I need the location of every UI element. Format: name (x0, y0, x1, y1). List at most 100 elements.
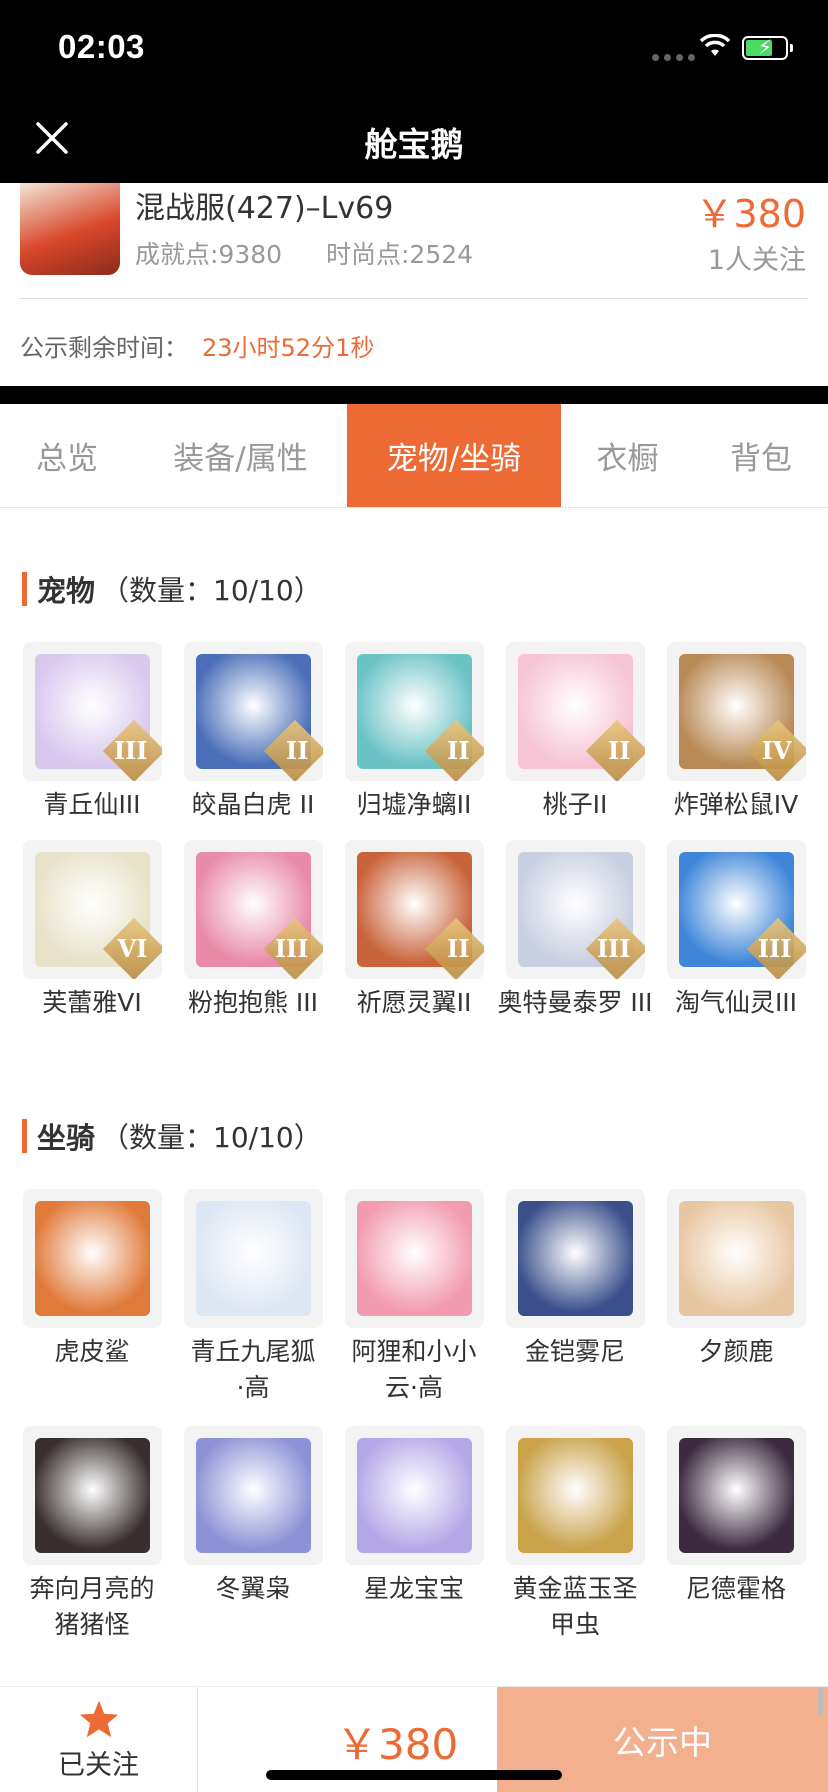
item-name: 阿狸和小小 云·高 (351, 1337, 477, 1402)
mount-item[interactable]: 阿狸和小小 云·高 (334, 1189, 494, 1406)
item-name: 粉抱抱熊 III (187, 988, 319, 1017)
cellular-signal-icon (652, 54, 695, 61)
mount-thumbnail (183, 1189, 323, 1328)
section-marker (22, 572, 27, 606)
mount-thumbnail (344, 1189, 484, 1328)
tab-equipment[interactable]: 装备/属性 (134, 404, 347, 507)
mounts-count: （数量：10/10） (101, 1121, 322, 1154)
page-title: 舱宝鹅 (364, 125, 464, 164)
pets-count: （数量：10/10） (101, 574, 322, 607)
pet-thumbnail: II (183, 642, 323, 781)
item-name: 芙蕾雅VI (42, 988, 142, 1017)
pet-thumbnail: IV (666, 642, 806, 781)
rank-label: III (113, 736, 148, 765)
tab-overview[interactable]: 总览 (0, 404, 134, 507)
rank-label: II (608, 736, 631, 765)
mount-item[interactable]: 夕颜鹿 (656, 1189, 816, 1370)
item-name: 桃子II (542, 790, 608, 819)
pet-item[interactable]: II 皎晶白虎 II (173, 642, 333, 823)
mounts-title: 坐骑 (37, 1121, 96, 1155)
item-artwork (34, 1201, 150, 1316)
remaining-time-value: 23小时52分1秒 (202, 334, 375, 362)
tab-bag[interactable]: 背包 (694, 404, 828, 507)
item-artwork (356, 1438, 472, 1553)
item-name: 炸弹松鼠IV (673, 790, 799, 819)
wifi-icon (700, 34, 730, 56)
listing-card: 混战服(427)–Lv69 ￥380 成就点:9380 时尚点:2524 1人关… (0, 183, 828, 386)
item-artwork (678, 1201, 794, 1316)
scrollbar[interactable] (818, 1688, 823, 1716)
item-name: 归墟净螭II (356, 790, 472, 819)
item-name: 虎皮鲨 (54, 1337, 130, 1366)
battery-icon: ⚡ (742, 35, 793, 60)
item-artwork (195, 1201, 311, 1316)
pet-thumbnail: II (505, 642, 645, 781)
item-name: 冬翼枭 (215, 1574, 291, 1603)
achievement-points: 成就点:9380 (135, 240, 283, 269)
follower-count: 1人关注 (707, 245, 806, 276)
pets-section-title: 宠物 （数量：10/10） (22, 568, 322, 610)
home-indicator[interactable] (266, 1770, 562, 1780)
section-separator (0, 386, 828, 404)
item-name: 尼德霍格 (685, 1574, 786, 1603)
item-name: 祈愿灵翼II (356, 988, 472, 1017)
mount-item[interactable]: 冬翼枭 (173, 1426, 333, 1607)
follow-button[interactable]: 已关注 (0, 1687, 198, 1792)
pet-thumbnail: III (183, 840, 323, 979)
pet-item[interactable]: III 淘气仙灵III (656, 840, 816, 1021)
rank-label: III (274, 934, 309, 963)
item-name: 奥特曼泰罗 III (497, 988, 653, 1017)
pet-item[interactable]: II 祈愿灵翼II (334, 840, 494, 1021)
item-artwork (34, 1438, 150, 1553)
pet-item[interactable]: III 粉抱抱熊 III (173, 840, 333, 1021)
rank-label: II (447, 736, 470, 765)
mount-thumbnail (22, 1189, 162, 1328)
rank-label: II (447, 934, 470, 963)
pet-item[interactable]: II 桃子II (495, 642, 655, 823)
mount-item[interactable]: 星龙宝宝 (334, 1426, 494, 1607)
mount-thumbnail (22, 1426, 162, 1565)
pet-thumbnail: III (22, 642, 162, 781)
pets-title: 宠物 (37, 574, 96, 608)
mounts-section-title: 坐骑 （数量：10/10） (22, 1115, 322, 1157)
tab-pets-mounts[interactable]: 宠物/坐骑 (347, 404, 561, 507)
mount-item[interactable]: 尼德霍格 (656, 1426, 816, 1607)
mount-item[interactable]: 虎皮鲨 (12, 1189, 172, 1370)
item-artwork (356, 1201, 472, 1316)
item-artwork (195, 1438, 311, 1553)
mount-item[interactable]: 黄金蓝玉圣 甲虫 (495, 1426, 655, 1643)
item-name: 金铠雾尼 (524, 1337, 625, 1366)
item-artwork (517, 1201, 633, 1316)
pet-thumbnail: III (505, 840, 645, 979)
pet-thumbnail: III (666, 840, 806, 979)
rank-label: IV (761, 736, 792, 765)
follow-label: 已关注 (58, 1750, 139, 1781)
mount-thumbnail (666, 1426, 806, 1565)
rank-label: II (286, 736, 309, 765)
pet-item[interactable]: IV 炸弹松鼠IV (656, 642, 816, 823)
mount-item[interactable]: 金铠雾尼 (495, 1189, 655, 1370)
tab-wardrobe[interactable]: 衣橱 (561, 404, 694, 507)
pet-item[interactable]: III 青丘仙III (12, 642, 172, 823)
section-marker (22, 1119, 27, 1153)
mount-thumbnail (183, 1426, 323, 1565)
pet-thumbnail: VI (22, 840, 162, 979)
item-name: 皎晶白虎 II (191, 790, 315, 819)
mount-thumbnail (505, 1426, 645, 1565)
item-name: 淘气仙灵III (674, 988, 798, 1017)
item-name: 青丘九尾狐 ·高 (190, 1337, 316, 1402)
pet-item[interactable]: III 奥特曼泰罗 III (495, 840, 655, 1021)
pet-item[interactable]: II 归墟净螭II (334, 642, 494, 823)
mount-item[interactable]: 青丘九尾狐 ·高 (173, 1189, 333, 1406)
item-name: 星龙宝宝 (363, 1574, 464, 1603)
mount-item[interactable]: 奔向月亮的 猪猪怪 (12, 1426, 172, 1643)
pet-item[interactable]: VI 芙蕾雅VI (12, 840, 172, 1021)
listing-price: ￥380 (695, 192, 806, 236)
fashion-points: 时尚点:2524 (326, 240, 474, 269)
rank-label: VI (117, 934, 148, 963)
pet-thumbnail: II (344, 642, 484, 781)
rank-label: III (596, 934, 631, 963)
bottom-price: ￥380 (336, 1720, 459, 1769)
rank-label: III (757, 934, 792, 963)
mount-thumbnail (666, 1189, 806, 1328)
